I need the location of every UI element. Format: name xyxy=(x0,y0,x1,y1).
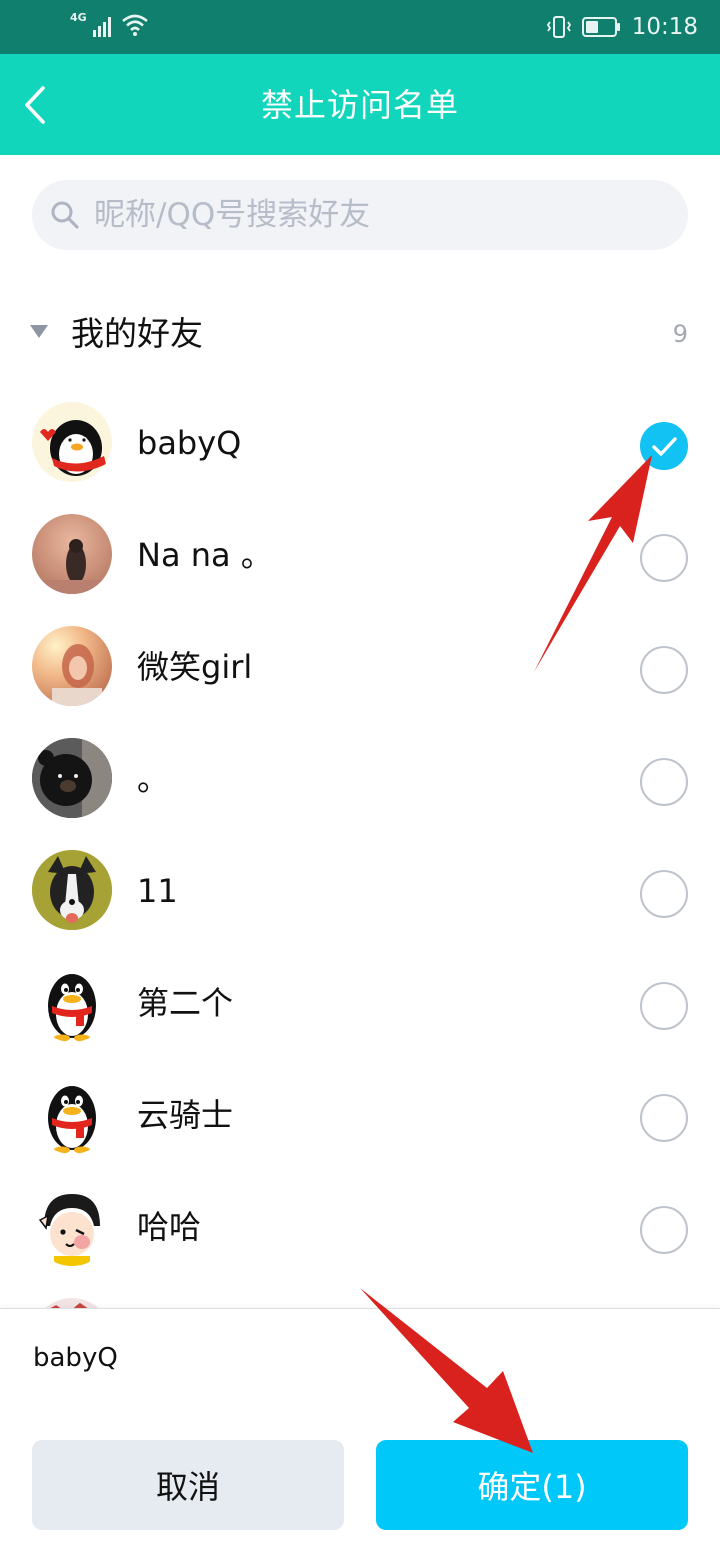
photo-avatar xyxy=(32,514,112,594)
signal-icon xyxy=(92,17,111,37)
friend-row-dierge[interactable]: 第二个 xyxy=(0,950,720,1062)
friend-name: 微笑girl xyxy=(137,648,253,686)
battery-icon xyxy=(581,17,620,37)
friend-name: Na na 。 xyxy=(137,536,273,574)
search-input[interactable] xyxy=(94,190,654,240)
friend-checkbox[interactable] xyxy=(640,870,688,918)
friend-name: 11 xyxy=(137,872,178,910)
friend-checkbox[interactable] xyxy=(640,982,688,1030)
collapse-triangle-icon xyxy=(30,325,48,338)
search-icon xyxy=(51,201,79,229)
checkmark-icon xyxy=(652,437,677,456)
friend-row-nana[interactable]: Na na 。 xyxy=(0,502,720,614)
friend-row-haha[interactable]: 哈哈 xyxy=(0,1174,720,1286)
confirm-button[interactable]: 确定(1) xyxy=(376,1440,688,1530)
friend-row-babyq[interactable]: babyQ xyxy=(0,390,720,502)
wifi-icon xyxy=(121,14,148,36)
friend-checkbox[interactable] xyxy=(640,1206,688,1254)
qq-penguin-avatar xyxy=(32,1074,112,1154)
friend-name: babyQ xyxy=(137,424,242,462)
penguin-scarf-avatar xyxy=(32,402,112,482)
friend-row-yunqishi[interactable]: 云骑士 xyxy=(0,1062,720,1174)
qq-penguin-avatar xyxy=(32,962,112,1042)
friend-name: 第二个 xyxy=(137,984,234,1022)
partial-avatar xyxy=(32,1298,112,1308)
vibrate-icon xyxy=(546,16,571,38)
page-title: 禁止访问名单 xyxy=(260,86,459,124)
status-left: 4G xyxy=(70,12,149,37)
bear-avatar xyxy=(32,738,112,818)
group-name: 我的好友 xyxy=(71,314,203,353)
bottom-panel: babyQ 取消 确定(1) xyxy=(0,1308,720,1560)
cartoon-girl-avatar xyxy=(32,1186,112,1266)
group-count: 9 xyxy=(672,320,688,348)
friend-row-11[interactable]: 11 xyxy=(0,838,720,950)
friend-checkbox[interactable] xyxy=(640,646,688,694)
friend-row-dot[interactable]: 。 xyxy=(0,726,720,838)
friend-row-partial xyxy=(0,1286,720,1308)
network-label: 4G xyxy=(70,11,87,24)
friend-name: 云骑士 xyxy=(137,1096,234,1134)
status-time: 10:18 xyxy=(631,14,698,40)
search-box[interactable] xyxy=(32,180,688,250)
friend-row-weixiao-girl[interactable]: 微笑girl xyxy=(0,614,720,726)
friend-name: 哈哈 xyxy=(137,1208,202,1246)
status-right: 10:18 xyxy=(546,12,698,42)
friend-checkbox[interactable] xyxy=(640,1094,688,1142)
status-bar: 4G 10:18 xyxy=(0,0,720,54)
dog-avatar xyxy=(32,850,112,930)
title-bar: 禁止访问名单 xyxy=(0,54,720,155)
friend-checkbox[interactable] xyxy=(640,422,688,470)
friend-checkbox[interactable] xyxy=(640,758,688,806)
photo-avatar xyxy=(32,626,112,706)
friend-checkbox[interactable] xyxy=(640,534,688,582)
friend-name: 。 xyxy=(137,760,170,798)
group-header-my-friends[interactable]: 我的好友 9 xyxy=(0,298,720,372)
selected-friends-text: babyQ xyxy=(33,1343,118,1373)
cancel-button[interactable]: 取消 xyxy=(32,1440,344,1530)
friend-list: babyQ Na na 。 微笑girl 。 11 第二个 云骑士 哈哈 xyxy=(0,390,720,1308)
